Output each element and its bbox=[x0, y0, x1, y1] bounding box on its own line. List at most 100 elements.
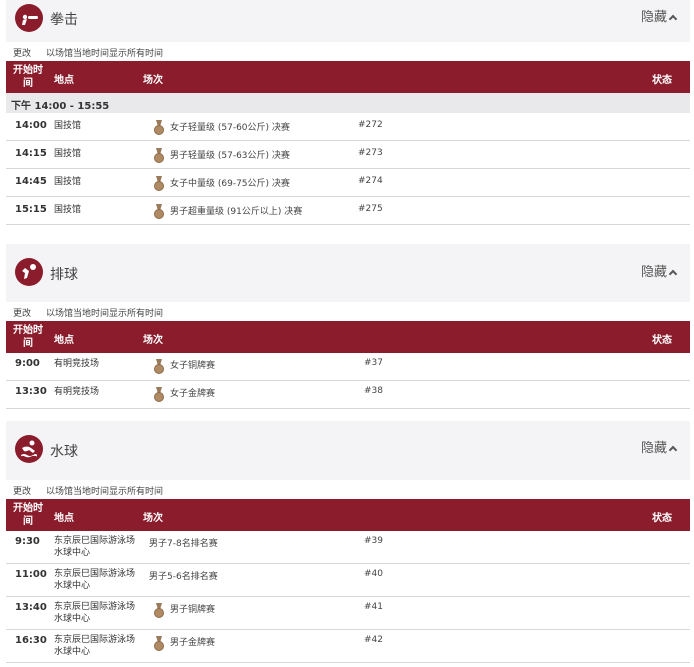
change-timezone-link[interactable]: 更改 bbox=[13, 46, 31, 59]
period-row: 下午 14:00 - 15:55 bbox=[6, 93, 690, 113]
event-code: #273 bbox=[358, 148, 383, 158]
event-code: #272 bbox=[358, 120, 383, 130]
event-cell: 男子轻量级 (57-63公斤) 决赛 bbox=[170, 151, 290, 161]
col-venue: 地点 bbox=[54, 513, 74, 524]
bronze-medal-icon bbox=[154, 204, 164, 219]
table-row[interactable]: 9:00 有明竞技场 女子铜牌赛 #37 bbox=[6, 353, 690, 381]
water-polo-section: 水球 隐藏 更改 以场馆当地时间显示所有时间 开始时间 地点 场次 状态 9:3… bbox=[6, 421, 690, 663]
venue-cell: 东京辰巳国际游泳场水球中心 bbox=[54, 602, 136, 624]
bronze-medal-icon bbox=[154, 176, 164, 191]
venue-cell: 东京辰巳国际游泳场水球中心 bbox=[54, 536, 136, 558]
venue-cell: 国技馆 bbox=[54, 121, 82, 131]
time-cell: 9:00 bbox=[15, 358, 40, 369]
volleyball-icon bbox=[15, 258, 43, 286]
hide-label: 隐藏 bbox=[640, 265, 667, 280]
venue-cell: 东京辰巳国际游泳场水球中心 bbox=[54, 635, 136, 657]
timezone-row: 更改 以场馆当地时间显示所有时间 bbox=[6, 42, 690, 61]
time-cell: 13:30 bbox=[15, 386, 47, 397]
chevron-up-icon bbox=[668, 445, 678, 455]
table-row[interactable]: 16:30 东京辰巳国际游泳场水球中心 男子金牌赛 #42 bbox=[6, 630, 690, 663]
event-cell: 男子7-8名排名赛 bbox=[149, 539, 218, 549]
boxing-icon bbox=[15, 4, 43, 32]
event-cell: 男子铜牌赛 bbox=[170, 605, 216, 615]
table-row[interactable]: 14:15 国技馆 男子轻量级 (57-63公斤) 决赛 #273 bbox=[6, 141, 690, 169]
event-cell: 女子中量级 (69-75公斤) 决赛 bbox=[170, 179, 290, 189]
section-header: 排球 隐藏 bbox=[6, 244, 690, 302]
event-cell: 女子轻量级 (57-60公斤) 决赛 bbox=[170, 123, 290, 133]
bronze-medal-icon bbox=[154, 387, 164, 402]
time-cell: 13:40 bbox=[15, 602, 47, 613]
time-cell: 15:15 bbox=[15, 204, 47, 215]
col-status: 状态 bbox=[652, 75, 672, 86]
table-header: 开始时间 地点 场次 状态 bbox=[6, 499, 690, 531]
venue-cell: 有明竞技场 bbox=[54, 359, 100, 369]
timezone-row: 更改 以场馆当地时间显示所有时间 bbox=[6, 302, 690, 321]
table-row[interactable]: 14:45 国技馆 女子中量级 (69-75公斤) 决赛 #274 bbox=[6, 169, 690, 197]
hide-button[interactable]: 隐藏 bbox=[640, 261, 678, 280]
bronze-medal-icon bbox=[154, 120, 164, 135]
section-header: 拳击 隐藏 bbox=[6, 0, 690, 42]
col-status: 状态 bbox=[652, 513, 672, 524]
section-header: 水球 隐藏 bbox=[6, 421, 690, 480]
venue-cell: 国技馆 bbox=[54, 205, 82, 215]
table-row[interactable]: 13:30 有明竞技场 女子金牌赛 #38 bbox=[6, 381, 690, 409]
venue-cell: 国技馆 bbox=[54, 149, 82, 159]
col-time: 开始时间 bbox=[13, 65, 43, 89]
chevron-up-icon bbox=[668, 14, 678, 24]
timezone-row: 更改 以场馆当地时间显示所有时间 bbox=[6, 480, 690, 499]
water-polo-icon bbox=[15, 435, 43, 463]
event-code: #39 bbox=[364, 536, 383, 546]
table-row[interactable]: 11:00 东京辰巳国际游泳场水球中心 男子5-6名排名赛 #40 bbox=[6, 564, 690, 597]
table-row[interactable]: 15:15 国技馆 男子超重量级 (91公斤以上) 决赛 #275 bbox=[6, 197, 690, 225]
sport-name: 排球 bbox=[50, 267, 78, 283]
time-cell: 11:00 bbox=[15, 569, 47, 580]
event-code: #38 bbox=[364, 386, 383, 396]
time-cell: 14:00 bbox=[15, 120, 47, 131]
hide-label: 隐藏 bbox=[640, 10, 667, 25]
hide-button[interactable]: 隐藏 bbox=[640, 437, 678, 456]
boxing-section: 拳击 隐藏 更改 以场馆当地时间显示所有时间 开始时间 地点 场次 状态 下午 … bbox=[6, 0, 690, 225]
hide-label: 隐藏 bbox=[640, 441, 667, 456]
col-time: 开始时间 bbox=[13, 503, 43, 527]
venue-cell: 东京辰巳国际游泳场水球中心 bbox=[54, 569, 136, 591]
sport-name: 拳击 bbox=[50, 12, 78, 28]
col-venue: 地点 bbox=[54, 335, 74, 346]
bronze-medal-icon bbox=[154, 148, 164, 163]
venue-cell: 国技馆 bbox=[54, 177, 82, 187]
table-header: 开始时间 地点 场次 状态 bbox=[6, 321, 690, 353]
hide-button[interactable]: 隐藏 bbox=[640, 6, 678, 25]
time-cell: 16:30 bbox=[15, 635, 47, 646]
event-code: #41 bbox=[364, 602, 383, 612]
table-row[interactable]: 13:40 东京辰巳国际游泳场水球中心 男子铜牌赛 #41 bbox=[6, 597, 690, 630]
event-code: #42 bbox=[364, 635, 383, 645]
time-cell: 14:15 bbox=[15, 148, 47, 159]
bronze-medal-icon bbox=[154, 636, 164, 651]
time-cell: 14:45 bbox=[15, 176, 47, 187]
event-code: #274 bbox=[358, 176, 383, 186]
col-event: 场次 bbox=[143, 75, 163, 86]
event-cell: 女子铜牌赛 bbox=[170, 361, 216, 371]
venue-cell: 有明竞技场 bbox=[54, 387, 100, 397]
change-timezone-link[interactable]: 更改 bbox=[13, 306, 31, 319]
bronze-medal-icon bbox=[154, 603, 164, 618]
event-cell: 女子金牌赛 bbox=[170, 389, 216, 399]
table-row[interactable]: 9:30 东京辰巳国际游泳场水球中心 男子7-8名排名赛 #39 bbox=[6, 531, 690, 564]
timezone-note: 以场馆当地时间显示所有时间 bbox=[46, 309, 164, 319]
event-code: #275 bbox=[358, 204, 383, 214]
table-header: 开始时间 地点 场次 状态 bbox=[6, 61, 690, 93]
event-cell: 男子超重量级 (91公斤以上) 决赛 bbox=[170, 207, 303, 217]
col-event: 场次 bbox=[143, 513, 163, 524]
volleyball-section: 排球 隐藏 更改 以场馆当地时间显示所有时间 开始时间 地点 场次 状态 9:0… bbox=[6, 244, 690, 409]
chevron-up-icon bbox=[668, 269, 678, 279]
event-cell: 男子5-6名排名赛 bbox=[149, 572, 218, 582]
table-row[interactable]: 14:00 国技馆 女子轻量级 (57-60公斤) 决赛 #272 bbox=[6, 113, 690, 141]
timezone-note: 以场馆当地时间显示所有时间 bbox=[46, 49, 164, 59]
time-cell: 9:30 bbox=[15, 536, 40, 547]
col-status: 状态 bbox=[652, 335, 672, 346]
change-timezone-link[interactable]: 更改 bbox=[13, 484, 31, 497]
col-event: 场次 bbox=[143, 335, 163, 346]
sport-name: 水球 bbox=[50, 444, 78, 460]
col-time: 开始时间 bbox=[13, 325, 43, 349]
event-code: #40 bbox=[364, 569, 383, 579]
event-code: #37 bbox=[364, 358, 383, 368]
